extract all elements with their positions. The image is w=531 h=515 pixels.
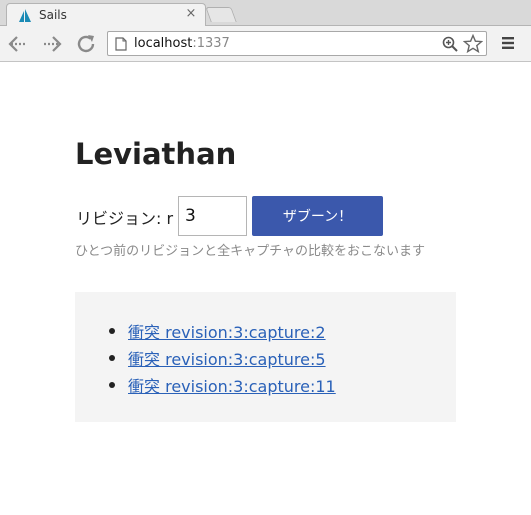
revision-input[interactable] [178,196,247,236]
zoom-icon[interactable] [442,36,458,52]
page-icon [115,37,127,51]
forward-arrow-icon[interactable] [40,33,64,55]
url-port: :1337 [192,36,230,51]
url-text: localhost:1337 [134,36,230,51]
conflict-list-panel: 衝突 revision:3:capture:2 衝突 revision:3:ca… [75,292,456,422]
url-host: localhost [134,36,193,51]
sails-logo-icon [19,9,31,22]
help-text: ひとつ前のリビジョンと全キャプチャの比較をおこないます [75,244,425,259]
address-bar[interactable]: localhost:1337 [107,31,487,56]
revision-label: リビジョン: r [76,209,174,228]
close-tab-icon[interactable]: × [185,6,197,21]
conflict-link[interactable]: 衝突 revision:3:capture:11 [128,377,336,396]
list-item: 衝突 revision:3:capture:2 [109,319,336,346]
conflict-list: 衝突 revision:3:capture:2 衝突 revision:3:ca… [109,319,336,400]
back-arrow-icon[interactable] [6,33,30,55]
submit-button[interactable]: ザブーン！ [252,196,383,236]
list-item: 衝突 revision:3:capture:11 [109,373,336,400]
tab-strip: Sails × [0,0,531,27]
bookmark-star-icon[interactable] [463,34,483,54]
list-item: 衝突 revision:3:capture:5 [109,346,336,373]
menu-icon[interactable] [500,35,516,51]
page-title: Leviathan [75,137,237,171]
new-tab-button[interactable] [205,7,237,22]
tab-title: Sails [39,8,67,22]
browser-tab[interactable]: Sails × [6,3,206,27]
browser-toolbar: localhost:1337 [0,26,531,62]
conflict-link[interactable]: 衝突 revision:3:capture:2 [128,323,326,342]
conflict-link[interactable]: 衝突 revision:3:capture:5 [128,350,326,369]
reload-icon[interactable] [75,33,99,55]
